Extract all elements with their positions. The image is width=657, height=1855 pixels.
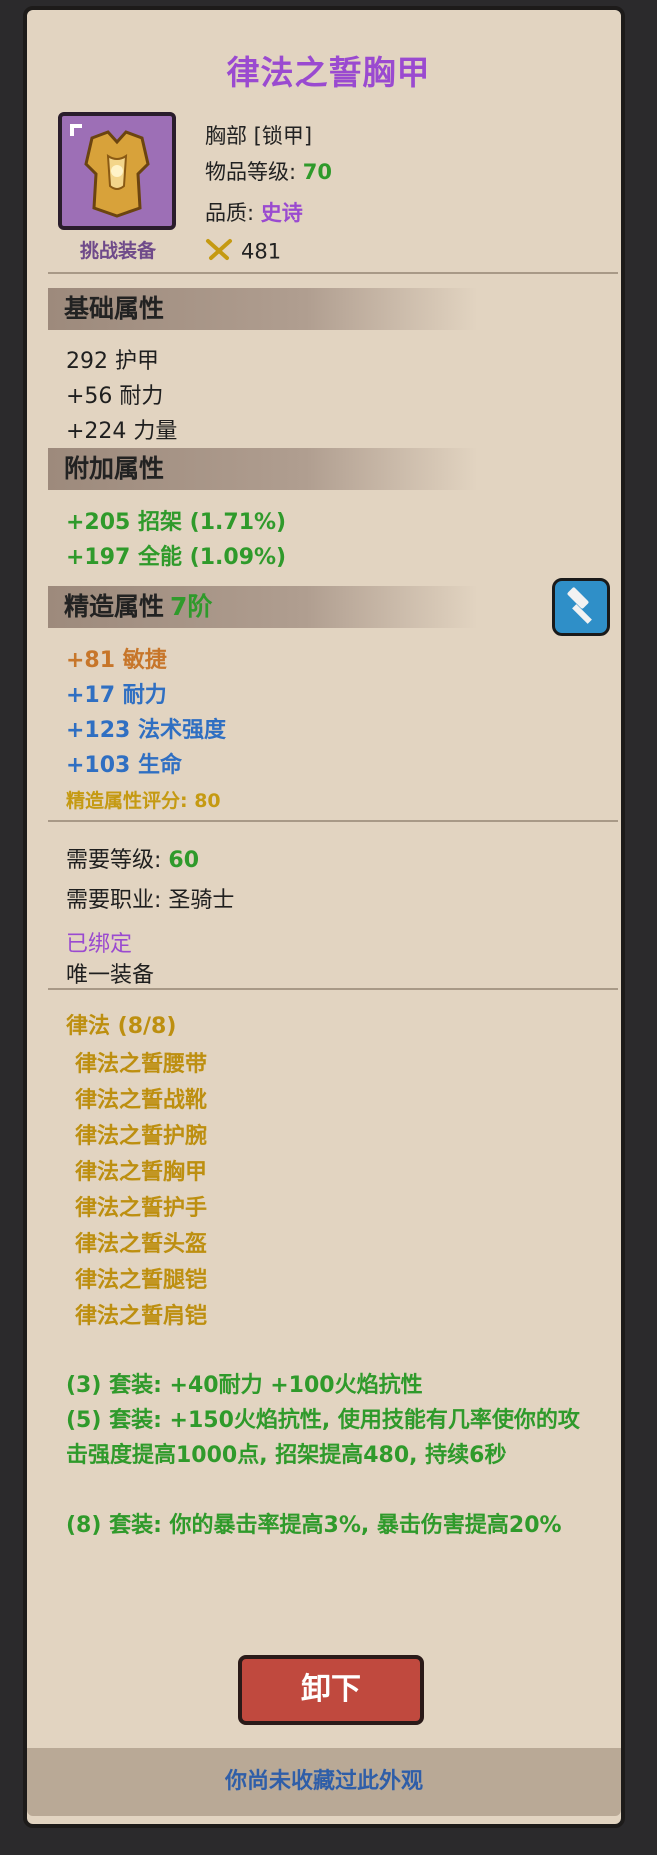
base-stat: 292 护甲 [66, 349, 159, 374]
crafted-stat: +17 耐力 [66, 683, 167, 708]
crafted-stat: +103 生命 [66, 753, 183, 778]
set-piece: 律法之誓腿铠 [75, 1268, 208, 1293]
craft-hammer-button[interactable] [552, 578, 610, 636]
divider [48, 988, 618, 990]
divider [48, 820, 618, 822]
unique-equip: 唯一装备 [66, 963, 155, 988]
set-name: 律法 (8/8) [66, 1014, 177, 1039]
crossed-swords-icon [205, 238, 233, 267]
set-piece: 律法之誓肩铠 [75, 1304, 208, 1329]
item-title: 律法之誓胸甲 [226, 53, 431, 92]
crafted-stat: +81 敏捷 [66, 648, 167, 673]
crafted-stat: +123 法术强度 [66, 718, 227, 743]
extra-stat: +197 全能 (1.09%) [66, 545, 287, 570]
unequip-button[interactable]: 卸下 [238, 1655, 424, 1725]
chest-armor-icon[interactable] [58, 112, 176, 230]
divider [48, 272, 618, 274]
crafted-stats-header: 精造属性 7阶 [48, 586, 478, 628]
set-piece: 律法之誓头盔 [75, 1232, 208, 1257]
item-tooltip-panel [23, 6, 625, 1828]
challenge-gear-tag: 挑战装备 [79, 240, 156, 262]
set-piece: 律法之誓护手 [75, 1196, 208, 1221]
item-score: 481 [205, 238, 281, 267]
item-level: 物品等级: 70 [205, 160, 332, 184]
set-bonus-8: (8) 套装: 你的暴击率提高3%, 暴击伤害提高20% [66, 1513, 562, 1538]
item-slot: 胸部 [锁甲] [205, 124, 313, 148]
extra-stats-header: 附加属性 [48, 448, 478, 490]
bound-status: 已绑定 [66, 932, 133, 957]
collection-status: 你尚未收藏过此外观 [27, 1748, 621, 1816]
base-stat: +56 耐力 [66, 384, 164, 409]
base-stat: +224 力量 [66, 419, 178, 444]
set-piece: 律法之誓腰带 [75, 1052, 208, 1077]
set-piece: 律法之誓护腕 [75, 1124, 208, 1149]
set-piece: 律法之誓战靴 [75, 1088, 208, 1113]
required-level: 需要等级: 60 [66, 848, 200, 873]
extra-stat: +205 招架 (1.71%) [66, 510, 287, 535]
required-class: 需要职业: 圣骑士 [66, 888, 235, 913]
hammer-icon [567, 587, 592, 624]
set-piece: 律法之誓胸甲 [75, 1160, 208, 1185]
set-bonus-5: (5) 套装: +150火焰抗性, 使用技能有几率使你的攻击强度提高1000点,… [66, 1408, 580, 1468]
crafted-score: 精造属性评分: 80 [66, 790, 221, 812]
base-stats-header: 基础属性 [48, 288, 478, 330]
set-bonus-3: (3) 套装: +40耐力 +100火焰抗性 [66, 1373, 423, 1398]
item-quality: 品质: 史诗 [205, 201, 303, 225]
